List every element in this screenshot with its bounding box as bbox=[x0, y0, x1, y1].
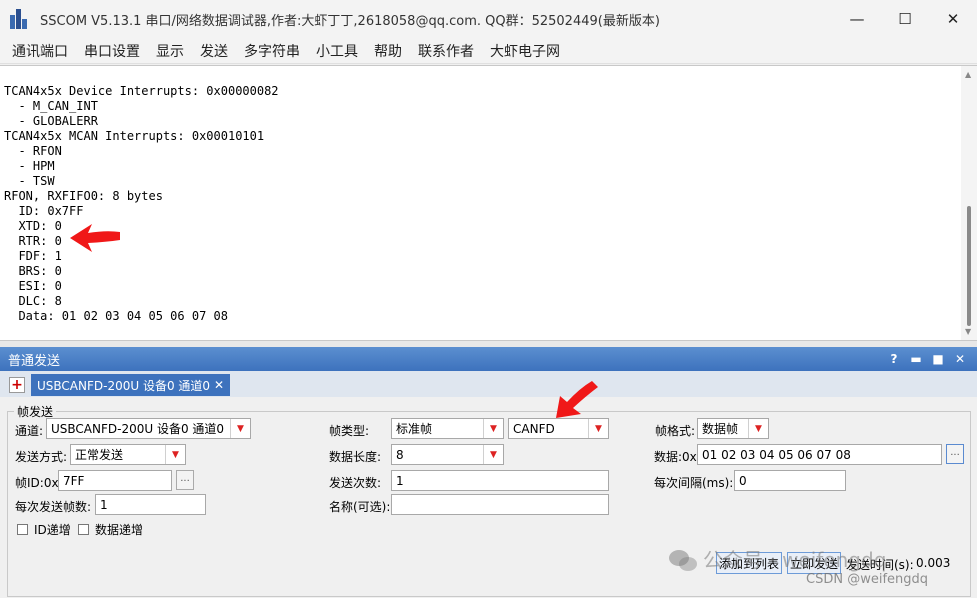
frame-id-input[interactable]: 7FF bbox=[58, 470, 172, 491]
send-mode-value: 正常发送 bbox=[75, 448, 124, 462]
data-length-value: 8 bbox=[396, 447, 404, 462]
output-line: TCAN4x5x Device Interrupts: 0x00000082 bbox=[4, 84, 279, 98]
send-count-input[interactable]: 1 bbox=[391, 470, 609, 491]
chevron-down-icon: ▼ bbox=[588, 419, 608, 438]
minimize-button[interactable]: — bbox=[833, 0, 881, 38]
tab-label: USBCANFD-200U 设备0 通道0 bbox=[37, 378, 211, 393]
scroll-down-icon[interactable]: ▼ bbox=[965, 327, 971, 336]
frame-id-label: 帧ID:0x bbox=[15, 476, 59, 490]
interval-label: 每次间隔(ms): bbox=[654, 476, 734, 490]
menu-help[interactable]: 帮助 bbox=[366, 41, 410, 61]
menu-daxia-site[interactable]: 大虾电子网 bbox=[482, 41, 568, 61]
output-line: ID: 0x7FF bbox=[4, 204, 84, 218]
menu-send[interactable]: 发送 bbox=[192, 41, 236, 61]
id-increment-label: ID递增 bbox=[34, 523, 71, 537]
output-line: Data: 01 02 03 04 05 06 07 08 bbox=[4, 309, 228, 323]
protocol-select[interactable]: CANFD ▼ bbox=[508, 418, 609, 439]
checkbox-box bbox=[17, 524, 28, 535]
output-line: TCAN4x5x MCAN Interrupts: 0x00010101 bbox=[4, 129, 265, 143]
channel-label: 通道: bbox=[15, 424, 44, 438]
output-line: - RFON bbox=[4, 144, 62, 158]
chevron-down-icon: ▼ bbox=[165, 445, 185, 464]
data-increment-label: 数据递增 bbox=[95, 523, 144, 537]
window-title: SSCOM V5.13.1 串口/网络数据调试器,作者:大虾丁丁,2618058… bbox=[40, 13, 660, 29]
output-line: RTR: 0 bbox=[4, 234, 62, 248]
panel-header: 普通发送 ? ▬ ■ ✕ bbox=[0, 347, 977, 371]
add-tab-icon[interactable]: + bbox=[9, 377, 25, 393]
data-label: 数据:0x bbox=[654, 450, 697, 464]
menu-comm-port[interactable]: 通讯端口 bbox=[4, 41, 76, 61]
close-button[interactable]: ✕ bbox=[929, 0, 977, 38]
chevron-down-icon: ▼ bbox=[748, 419, 768, 438]
data-input[interactable]: 01 02 03 04 05 06 07 08 bbox=[697, 444, 942, 465]
name-label: 名称(可选): bbox=[329, 500, 391, 514]
wechat-icon bbox=[669, 550, 697, 571]
output-line: XTD: 0 bbox=[4, 219, 62, 233]
checkbox-box bbox=[78, 524, 89, 535]
frames-per-send-label: 每次发送帧数: bbox=[15, 500, 92, 514]
annotation-arrow-icon bbox=[556, 381, 598, 418]
output-line: - TSW bbox=[4, 174, 55, 188]
tab-close-icon[interactable]: ✕ bbox=[214, 378, 224, 392]
annotation-arrow-icon bbox=[70, 224, 120, 252]
chevron-down-icon: ▼ bbox=[483, 419, 503, 438]
channel-select[interactable]: USBCANFD-200U 设备0 通道0 ▼ bbox=[46, 418, 251, 439]
panel-minimize-icon[interactable]: ▬ bbox=[905, 352, 927, 366]
menu-bar: 通讯端口 串口设置 显示 发送 多字符串 小工具 帮助 联系作者 大虾电子网 bbox=[0, 38, 977, 64]
menu-serial-settings[interactable]: 串口设置 bbox=[76, 41, 148, 61]
output-line: BRS: 0 bbox=[4, 264, 62, 278]
panel-maximize-icon[interactable]: ■ bbox=[927, 352, 949, 366]
tab-usbcanfd-channel0[interactable]: USBCANFD-200U 设备0 通道0 ✕ bbox=[31, 374, 231, 396]
output-line: - GLOBALERR bbox=[4, 114, 98, 128]
data-length-label: 数据长度: bbox=[329, 450, 382, 464]
data-length-select[interactable]: 8 ▼ bbox=[391, 444, 504, 465]
id-increment-checkbox[interactable]: ID递增 bbox=[17, 521, 71, 538]
menu-multi-string[interactable]: 多字符串 bbox=[236, 41, 308, 61]
watermark-account: 公众号 · weifengdq bbox=[703, 548, 887, 572]
output-scrollbar[interactable]: ▲ ▼ bbox=[961, 66, 977, 340]
chevron-down-icon: ▼ bbox=[230, 419, 250, 438]
interval-input[interactable]: 0 bbox=[734, 470, 846, 491]
send-mode-label: 发送方式: bbox=[15, 450, 68, 464]
output-line: RFON, RXFIFO0: 8 bytes bbox=[4, 189, 163, 203]
send-mode-select[interactable]: 正常发送 ▼ bbox=[70, 444, 186, 465]
receive-output-area[interactable]: TCAN4x5x Device Interrupts: 0x00000082 -… bbox=[0, 65, 977, 341]
help-icon[interactable]: ? bbox=[883, 352, 905, 366]
frames-per-send-input[interactable]: 1 bbox=[95, 494, 206, 515]
menu-contact-author[interactable]: 联系作者 bbox=[410, 41, 482, 61]
menu-tools[interactable]: 小工具 bbox=[308, 41, 366, 61]
frame-type-select[interactable]: 标准帧 ▼ bbox=[391, 418, 504, 439]
title-bar: SSCOM V5.13.1 串口/网络数据调试器,作者:大虾丁丁,2618058… bbox=[0, 0, 977, 38]
frame-format-label: 帧格式: bbox=[655, 424, 696, 438]
maximize-button[interactable]: ☐ bbox=[881, 0, 929, 38]
chevron-down-icon: ▼ bbox=[483, 445, 503, 464]
menu-display[interactable]: 显示 bbox=[148, 41, 192, 61]
output-line: - HPM bbox=[4, 159, 55, 173]
app-logo-icon bbox=[10, 9, 32, 29]
output-text: TCAN4x5x Device Interrupts: 0x00000082 -… bbox=[4, 69, 279, 354]
frame-id-browse-button[interactable]: ... bbox=[176, 470, 194, 490]
tab-row: + USBCANFD-200U 设备0 通道0 ✕ bbox=[0, 371, 977, 397]
frame-format-value: 数据帧 bbox=[702, 422, 739, 436]
frame-type-value: 标准帧 bbox=[396, 422, 433, 436]
watermark-csdn: CSDN @weifengdq bbox=[806, 572, 929, 587]
name-input[interactable] bbox=[391, 494, 609, 515]
channel-value: USBCANFD-200U 设备0 通道0 bbox=[51, 422, 225, 436]
output-line: ESI: 0 bbox=[4, 279, 62, 293]
panel-close-icon[interactable]: ✕ bbox=[949, 352, 971, 366]
output-line: FDF: 1 bbox=[4, 249, 62, 263]
output-line: DLC: 8 bbox=[4, 294, 62, 308]
output-line: - M_CAN_INT bbox=[4, 99, 98, 113]
scrollbar-thumb[interactable] bbox=[967, 206, 971, 326]
scroll-up-icon[interactable]: ▲ bbox=[965, 70, 971, 79]
protocol-value: CANFD bbox=[513, 421, 555, 436]
panel-title: 普通发送 bbox=[8, 353, 61, 369]
data-browse-button[interactable]: ... bbox=[946, 444, 964, 464]
frame-format-select[interactable]: 数据帧 ▼ bbox=[697, 418, 769, 439]
send-time-value: 0.003 bbox=[916, 556, 951, 570]
send-count-label: 发送次数: bbox=[329, 476, 382, 490]
data-increment-checkbox[interactable]: 数据递增 bbox=[78, 521, 143, 538]
frame-type-label: 帧类型: bbox=[329, 424, 370, 438]
